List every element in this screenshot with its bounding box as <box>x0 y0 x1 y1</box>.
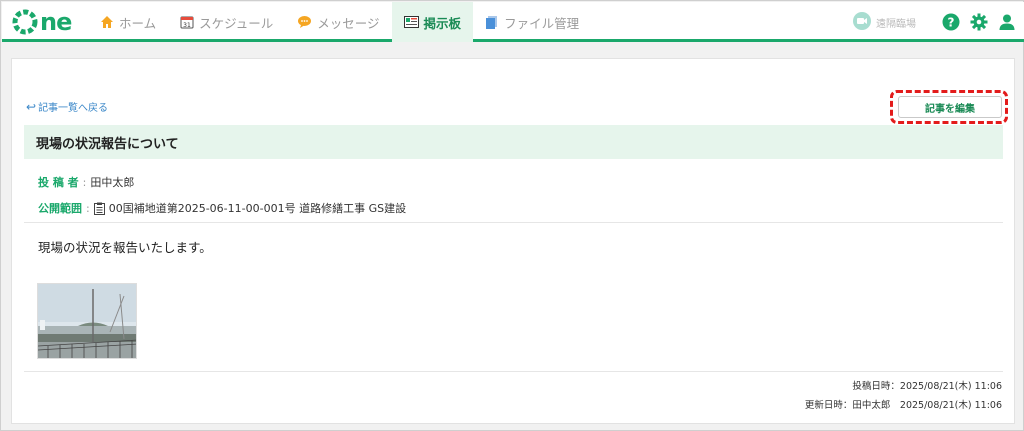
home-icon <box>100 15 114 29</box>
logo-o-icon <box>12 9 38 35</box>
scope-value: 00国補地道第2025-06-11-00-001号 道路修繕工事 GS建設 <box>93 200 407 216</box>
nav-message[interactable]: メッセージ <box>285 2 391 42</box>
meta-divider <box>24 222 1003 223</box>
nav-board-label: 掲示板 <box>423 15 462 31</box>
nav-message-label: メッセージ <box>317 15 380 31</box>
top-header: ne ホーム 31 スケジュール メッセージ 掲示板 ファイル管理 遠隔臨場 ? <box>2 2 1024 42</box>
author-label: 投 稿 者 <box>38 176 79 189</box>
posted-at: 投稿日時：2025/08/21(木) 11:06 <box>852 381 1002 392</box>
nav-home-label: ホーム <box>119 15 157 31</box>
gear-icon[interactable] <box>970 13 988 31</box>
nav-home[interactable]: ホーム <box>88 2 168 42</box>
remote-inspection-label: 遠隔臨場 <box>876 18 916 30</box>
nav-files-label: ファイル管理 <box>504 15 580 31</box>
app-logo[interactable]: ne <box>12 8 72 36</box>
return-arrow-icon: ↩ <box>26 99 37 114</box>
board-icon <box>403 16 419 28</box>
clipboard-icon <box>93 202 105 215</box>
main-nav: ホーム 31 スケジュール メッセージ 掲示板 ファイル管理 <box>88 2 591 42</box>
calendar-icon: 31 <box>180 15 194 29</box>
colon-separator: : <box>86 201 90 215</box>
post-detail-card: ↩ 記事一覧へ戻る 記事を編集 現場の状況報告について 投 稿 者 : 田中太郎… <box>11 58 1015 424</box>
scope-text: 00国補地道第2025-06-11-00-001号 道路修繕工事 GS建設 <box>108 202 407 215</box>
author-row: 投 稿 者 : 田中太郎 <box>38 174 134 190</box>
scope-row: 公開範囲 : 00国補地道第2025-06-11-00-001号 道路修繕工事 … <box>38 200 406 216</box>
post-title: 現場の状況報告について <box>24 125 1003 159</box>
remote-inspection-button[interactable]: 遠隔臨場 <box>852 11 916 34</box>
svg-text:?: ? <box>948 16 955 30</box>
nav-schedule[interactable]: 31 スケジュール <box>168 2 285 42</box>
footer-divider <box>24 371 1003 372</box>
back-link-label: 記事一覧へ戻る <box>38 103 109 114</box>
user-icon[interactable] <box>998 13 1016 31</box>
author-name: 田中太郎 <box>90 176 135 189</box>
nav-board[interactable]: 掲示板 <box>391 2 474 42</box>
calendar-day: 31 <box>183 22 191 29</box>
files-icon <box>485 15 499 29</box>
help-icon[interactable]: ? <box>942 13 960 31</box>
video-camera-icon <box>852 11 872 34</box>
attached-photo-thumbnail[interactable] <box>37 283 137 359</box>
back-to-list-link[interactable]: ↩ 記事一覧へ戻る <box>26 99 109 115</box>
nav-schedule-label: スケジュール <box>199 15 274 31</box>
message-icon <box>297 15 312 29</box>
post-body: 現場の状況を報告いたします。 <box>38 240 212 255</box>
construction-site-photo <box>38 284 136 358</box>
header-actions: 遠隔臨場 ? <box>852 2 1016 42</box>
nav-files[interactable]: ファイル管理 <box>473 2 591 42</box>
edit-post-button[interactable]: 記事を編集 <box>898 96 1002 118</box>
app-window: ne ホーム 31 スケジュール メッセージ 掲示板 ファイル管理 遠隔臨場 ?… <box>0 0 1024 431</box>
colon-separator: : <box>82 175 87 189</box>
logo-text: ne <box>40 8 72 36</box>
updated-at: 更新日時：田中太郎 2025/08/21(木) 11:06 <box>804 400 1002 411</box>
scope-label: 公開範囲 <box>38 202 82 215</box>
